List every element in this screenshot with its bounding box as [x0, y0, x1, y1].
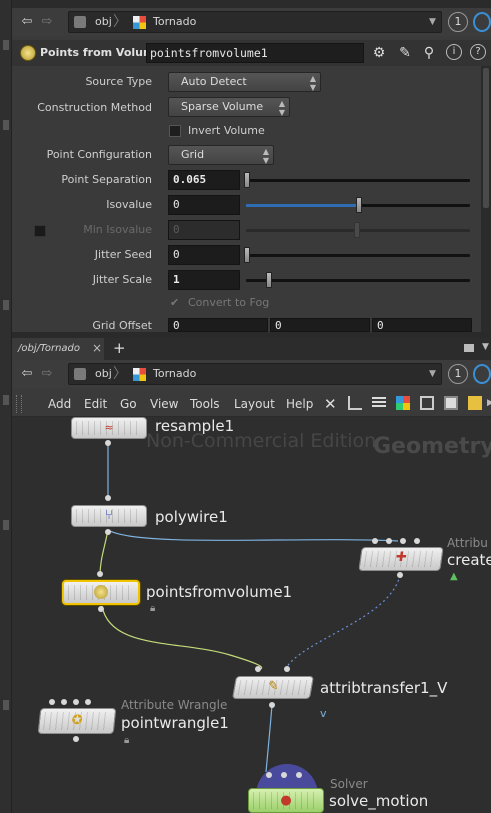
node-label-pointsfromvolume1: pointsfromvolume1	[146, 583, 293, 601]
input-connector[interactable]	[400, 538, 406, 544]
output-connector[interactable]	[397, 572, 403, 578]
resample-icon: ≈	[104, 421, 114, 434]
input-connector[interactable]	[386, 538, 392, 544]
input-connector[interactable]	[281, 772, 287, 778]
node-label-create: create	[447, 551, 491, 569]
lock-icon: 🔒︎	[124, 735, 130, 746]
lock-icon: 🔒︎	[150, 603, 156, 614]
node-flag-v: v	[320, 707, 327, 720]
node-pointsfromvolume1[interactable]	[62, 580, 140, 605]
wire	[99, 529, 109, 577]
node-type-solve-motion: Solver	[330, 777, 368, 791]
attribute-transfer-icon: ✎	[266, 679, 280, 694]
input-connector[interactable]	[105, 495, 111, 501]
node-type-create: Attribu	[447, 536, 488, 550]
input-connector[interactable]	[372, 538, 378, 544]
node-label-resample1: resample1	[155, 417, 235, 435]
input-connector[interactable]	[49, 699, 55, 705]
wire	[284, 574, 401, 671]
node-polywire1[interactable]: ⑂	[71, 505, 147, 527]
points-from-volume-icon	[94, 585, 108, 599]
input-connector[interactable]	[266, 772, 272, 778]
node-solve-motion[interactable]: ●	[248, 788, 324, 813]
node-label-pointwrangle1: pointwrangle1	[121, 714, 229, 732]
wire	[101, 605, 263, 673]
output-connector[interactable]	[105, 529, 111, 535]
node-pointwrangle1[interactable]: ✪	[37, 708, 117, 734]
input-connector[interactable]	[61, 699, 67, 705]
input-connector[interactable]	[296, 772, 302, 778]
wire	[265, 704, 273, 773]
input-connector[interactable]	[97, 571, 103, 577]
attribute-create-icon: ✚	[394, 550, 408, 565]
input-connector[interactable]	[284, 666, 290, 672]
warning-icon: ▲	[450, 571, 458, 582]
input-connector[interactable]	[414, 538, 420, 544]
node-create[interactable]: ✚	[358, 547, 444, 571]
wire	[107, 529, 399, 542]
output-connector[interactable]	[269, 702, 275, 708]
node-attribtransfer1-v[interactable]: ✎	[231, 676, 315, 699]
input-connector[interactable]	[255, 666, 261, 672]
node-resample1[interactable]: ≈	[71, 417, 147, 439]
wrangle-icon: ✪	[70, 713, 84, 728]
node-label-solve-motion: solve_motion	[329, 792, 429, 810]
input-connector[interactable]	[85, 699, 91, 705]
node-label-polywire1: polywire1	[155, 508, 228, 526]
output-connector[interactable]	[73, 736, 79, 742]
node-type-pointwrangle1: Attribute Wrangle	[121, 698, 228, 712]
output-connector[interactable]	[98, 606, 104, 612]
input-connector[interactable]	[73, 699, 79, 705]
node-label-attribtransfer1-v: attribtransfer1_V	[320, 679, 448, 697]
polywire-icon: ⑂	[105, 508, 113, 523]
solver-icon: ●	[280, 793, 292, 808]
output-connector[interactable]	[105, 440, 111, 446]
